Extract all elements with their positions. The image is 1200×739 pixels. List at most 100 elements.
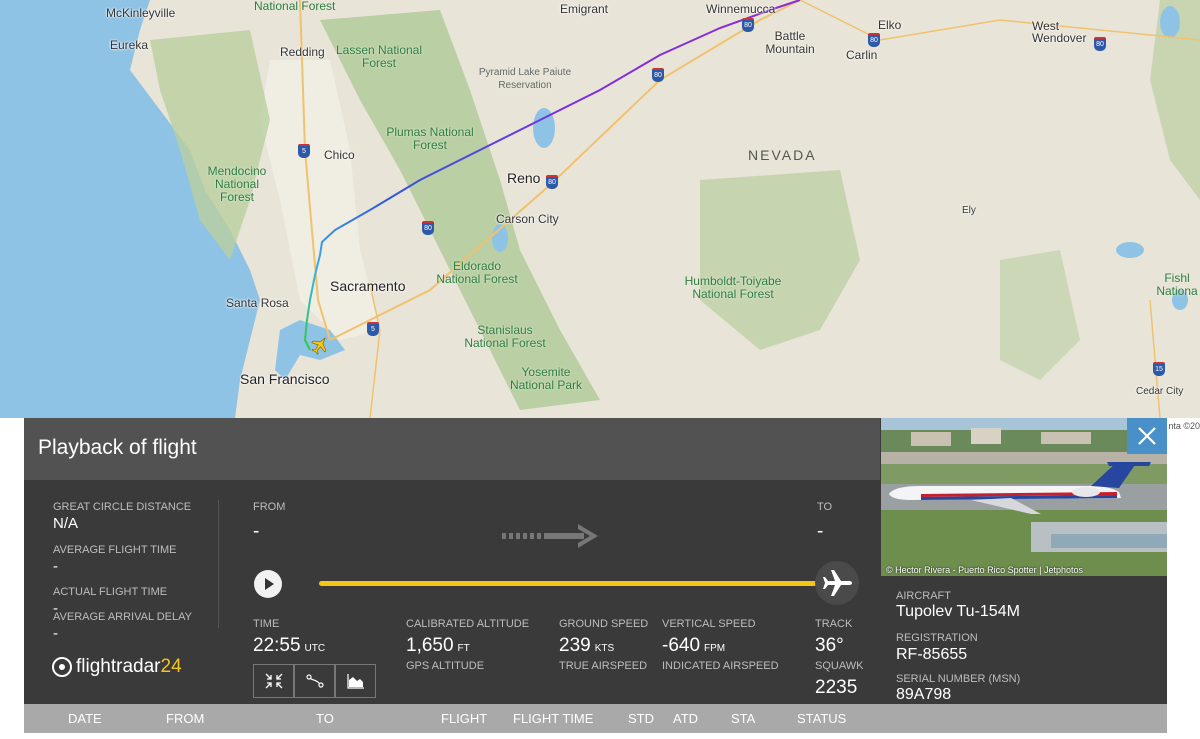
column-header-std[interactable]: STD: [628, 711, 654, 726]
actual-flight-time-label: ACTUAL FLIGHT TIME: [53, 586, 168, 598]
time-label: TIME: [253, 618, 280, 630]
to-label: TO: [817, 501, 833, 513]
column-header-sta[interactable]: STA: [731, 711, 755, 726]
logo-text: flightradar: [76, 656, 161, 677]
flightradar24-logo: flightradar24: [52, 656, 182, 678]
column-header-atd[interactable]: ATD: [673, 711, 698, 726]
true-airspeed-label: TRUE AIRSPEED: [559, 660, 648, 672]
great-circle-distance-value: N/A: [53, 515, 79, 532]
squawk-value: 2235: [815, 677, 858, 698]
calibrated-altitude-unit: FT: [457, 643, 470, 654]
serial-number-value: 89A798: [896, 686, 952, 703]
aircraft-value: Tupolev Tu-154M: [896, 603, 1020, 620]
city-label: Sacramento: [330, 278, 406, 294]
column-header-to[interactable]: TO: [316, 711, 334, 726]
city-label: Elko: [878, 18, 902, 32]
map-terrain: [0, 0, 1200, 418]
highway-shield-icon: 80: [868, 33, 880, 47]
city-label: San Francisco: [240, 371, 330, 387]
highway-shield-icon: 80: [742, 18, 754, 32]
route-button[interactable]: [294, 664, 335, 698]
logo-text-accent: 24: [160, 656, 182, 677]
column-header-flight[interactable]: FLIGHT: [441, 711, 487, 726]
gps-altitude-label: GPS ALTITUDE: [406, 660, 485, 672]
park-label: Stanislaus National Forest: [464, 323, 546, 350]
city-label: Battle Mountain: [765, 29, 815, 56]
bottom-strip: [0, 733, 1200, 739]
registration-value: RF-85655: [896, 646, 968, 663]
highway-shield-icon: 80: [1094, 37, 1106, 51]
column-header-flight-time[interactable]: FLIGHT TIME: [513, 711, 593, 726]
time-unit: UTC: [304, 643, 326, 654]
altitude-chart-button[interactable]: [335, 664, 376, 698]
column-header-date[interactable]: DATE: [68, 711, 102, 726]
vertical-speed-value: -640: [662, 635, 701, 656]
city-label: West Wendover: [1032, 19, 1087, 45]
park-label: Plumas National Forest: [386, 125, 474, 152]
highway-shield-icon: 5: [367, 322, 379, 336]
park-label: Mendocino National Forest: [207, 164, 267, 204]
highway-shield-icon: 80: [422, 221, 434, 235]
from-value: -: [253, 521, 260, 542]
playback-position-handle[interactable]: [815, 561, 859, 605]
photo-credit: © Hector Rivera - Puerto Rico Spotter | …: [886, 565, 1084, 575]
route-icon: [306, 674, 324, 688]
fullscreen-button[interactable]: [253, 664, 294, 698]
average-arrival-delay-value: -: [53, 625, 58, 642]
average-arrival-delay-label: AVERAGE ARRIVAL DELAY: [53, 611, 192, 623]
ground-speed-readout: 239 KTS: [559, 635, 614, 657]
park-label: Eldorado National Forest: [436, 259, 518, 286]
vertical-speed-label: VERTICAL SPEED: [662, 618, 756, 630]
city-label: Emigrant: [560, 2, 609, 16]
route-arrow-icon: [502, 524, 598, 548]
to-value: -: [817, 521, 824, 542]
close-icon: [1138, 427, 1156, 445]
fullscreen-icon: [265, 673, 283, 689]
park-label: Fishl Nationa: [1156, 271, 1198, 298]
park-label: National Forest: [254, 0, 336, 13]
city-label: Chico: [324, 148, 355, 162]
panel-title: Playback of flight: [38, 436, 197, 459]
city-label: Carson City: [496, 212, 559, 226]
average-flight-time-value: -: [53, 558, 58, 575]
map-view[interactable]: McKinleyville Eureka Redding Chico Santa…: [0, 0, 1200, 418]
average-flight-time-label: AVERAGE FLIGHT TIME: [53, 544, 177, 556]
airplane-icon: [823, 570, 852, 596]
from-label: FROM: [253, 501, 286, 513]
city-label: Santa Rosa: [226, 296, 289, 310]
chart-icon: [347, 674, 364, 689]
park-label: Yosemite National Park: [509, 365, 583, 392]
vertical-speed-unit: FPM: [704, 643, 726, 654]
track-label: TRACK: [815, 618, 853, 630]
serial-number-label: SERIAL NUMBER (MSN): [896, 673, 1021, 685]
map-attribution: nta ©20: [1168, 421, 1200, 431]
ground-speed-value: 239: [559, 635, 591, 656]
highway-shield-icon: 80: [652, 68, 664, 82]
squawk-label: SQUAWK: [815, 660, 864, 672]
calibrated-altitude-value: 1,650: [406, 635, 454, 656]
highway-shield-icon: 5: [298, 144, 310, 158]
radar-icon: [52, 656, 72, 677]
registration-label: REGISTRATION: [896, 632, 978, 644]
aircraft-photo[interactable]: © Hector Rivera - Puerto Rico Spotter | …: [881, 418, 1167, 576]
column-header-from[interactable]: FROM: [166, 711, 204, 726]
time-value: 22:55: [253, 635, 301, 656]
park-label: Lassen National Forest: [335, 43, 423, 70]
flight-history-table-header: DATE FROM TO FLIGHT FLIGHT TIME STD ATD …: [24, 704, 1167, 733]
city-label: Eureka: [110, 38, 149, 52]
ground-speed-label: GROUND SPEED: [559, 618, 649, 630]
close-button[interactable]: [1127, 418, 1167, 454]
city-label: Carlin: [846, 48, 878, 62]
playback-progress-bar[interactable]: [319, 581, 829, 586]
play-button[interactable]: [254, 570, 282, 598]
column-header-status[interactable]: STATUS: [797, 711, 846, 726]
indicated-airspeed-label: INDICATED AIRSPEED: [662, 660, 779, 672]
calibrated-altitude-readout: 1,650 FT: [406, 635, 470, 657]
vertical-speed-readout: -640 FPM: [662, 635, 725, 657]
city-label: Cedar City: [1136, 386, 1184, 397]
calibrated-altitude-label: CALIBRATED ALTITUDE: [406, 618, 530, 630]
highway-shield-icon: 15: [1153, 362, 1165, 376]
state-label: NEVADA: [748, 147, 817, 163]
city-label: Redding: [280, 45, 325, 59]
city-label: Reno: [507, 170, 541, 186]
